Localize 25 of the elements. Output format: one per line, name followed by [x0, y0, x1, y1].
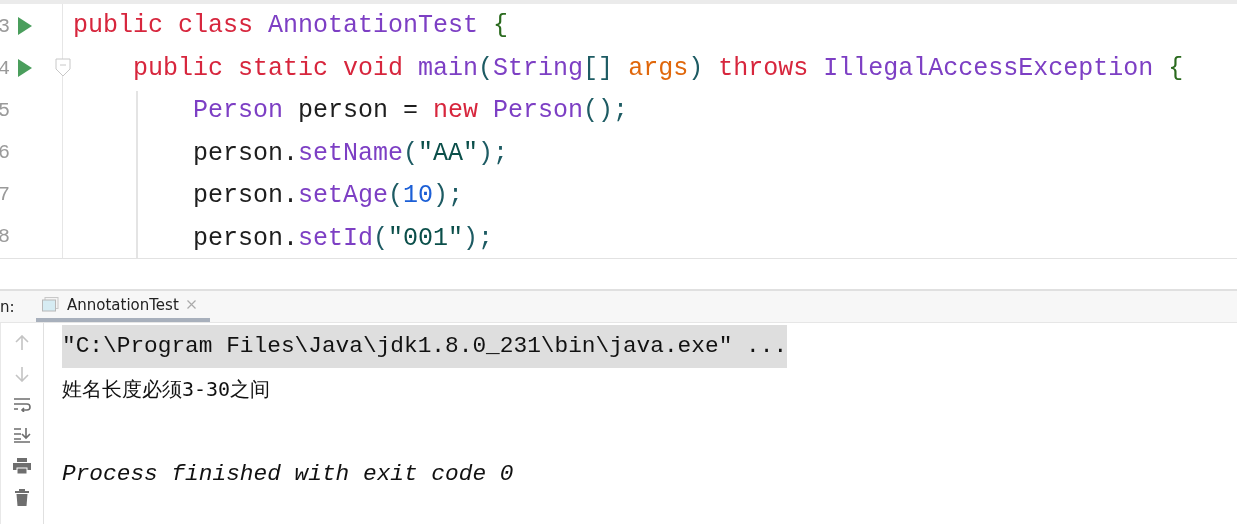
- code-line: person.setAge(10);: [192, 180, 465, 212]
- exit-message: Process finished with exit code 0: [62, 460, 515, 489]
- code-line: person.setName("AA");: [192, 137, 510, 170]
- run-icon[interactable]: [18, 17, 32, 36]
- code-line: Person person = new Person();: [192, 95, 630, 127]
- window-icon: [42, 297, 59, 312]
- trash-icon[interactable]: [15, 489, 29, 506]
- code-line: public class AnnotationTest {: [73, 10, 510, 42]
- line-number: 5: [0, 98, 10, 122]
- fold-icon[interactable]: [55, 58, 71, 79]
- close-icon[interactable]: [186, 300, 196, 309]
- up-arrow-icon[interactable]: [15, 335, 29, 351]
- down-arrow-icon[interactable]: [15, 366, 29, 382]
- panel-label: n:: [0, 296, 16, 318]
- scroll-to-end-icon[interactable]: [13, 427, 31, 443]
- output-line: 姓名长度必须3-30之间: [62, 375, 272, 403]
- code-line: person.setId("001");: [192, 222, 495, 255]
- run-icon[interactable]: [18, 59, 32, 78]
- line-number: 3: [0, 14, 10, 38]
- line-number: 7: [0, 183, 10, 207]
- line-number: 6: [0, 141, 10, 165]
- line-number: 8: [0, 225, 10, 249]
- code-line: public static void main(String[] args) throws IllegalAccessException {: [132, 52, 1185, 85]
- print-icon[interactable]: [13, 458, 31, 474]
- soft-wrap-icon[interactable]: [13, 397, 31, 412]
